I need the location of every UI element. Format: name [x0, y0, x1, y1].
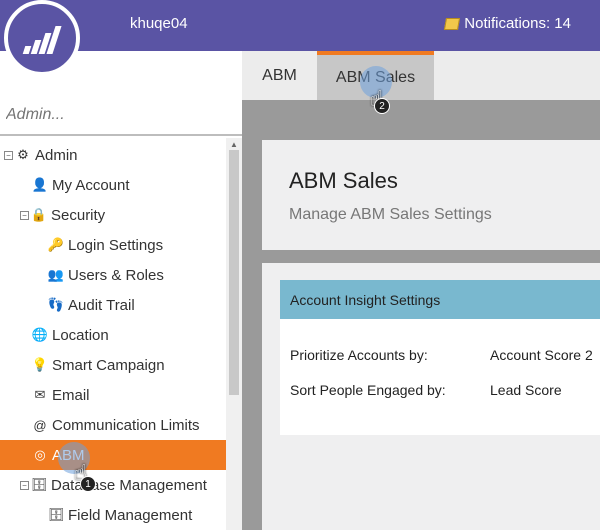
tree-item-audit-trail[interactable]: 👣 Audit Trail — [0, 290, 226, 320]
tree-label: Smart Campaign — [52, 356, 165, 374]
page-title: ABM Sales — [289, 168, 398, 193]
setting-value[interactable]: Account Score 2 — [490, 347, 593, 363]
username[interactable]: khuqe04 — [130, 15, 188, 32]
person-icon: 👤 — [31, 177, 49, 192]
account-insight-settings: Account Insight Settings Prioritize Acco… — [280, 280, 600, 435]
section-title: Account Insight Settings — [280, 280, 600, 319]
tree-item-database-management[interactable]: − 🗄 Database Management — [0, 470, 226, 500]
tree-scrollbar[interactable]: ▲ — [226, 138, 242, 530]
admin-search-input[interactable] — [6, 106, 226, 124]
notifications[interactable]: Notifications: 14 — [444, 15, 571, 32]
setting-row-prioritize: Prioritize Accounts by: Account Score 2 — [290, 347, 593, 363]
setting-row-sort: Sort People Engaged by: Lead Score — [290, 382, 562, 398]
lock-icon: 🔒 — [30, 207, 48, 222]
tree-label: Email — [52, 386, 90, 404]
admin-search — [0, 100, 242, 136]
tree-item-admin[interactable]: − ⚙ Admin — [0, 140, 226, 170]
tree-label: Users & Roles — [68, 266, 164, 284]
database-icon: 🗄 — [30, 477, 48, 492]
tree-item-location[interactable]: 🌐 Location — [0, 320, 226, 350]
tree-label: My Account — [52, 176, 130, 194]
users-icon: 👥 — [47, 267, 65, 282]
tree-label: Login Settings — [68, 236, 164, 254]
collapse-icon[interactable]: − — [20, 210, 29, 220]
email-icon: ✉ — [34, 387, 46, 402]
at-sign-icon: @ — [33, 417, 47, 433]
scroll-up-icon[interactable]: ▲ — [230, 140, 238, 149]
tree-label: Communication Limits — [52, 416, 200, 434]
globe-icon: 🌐 — [31, 327, 49, 342]
page-header: ABM Sales Manage ABM Sales Settings — [262, 140, 600, 250]
notification-icon — [444, 17, 461, 30]
collapse-icon[interactable]: − — [20, 480, 29, 490]
target-icon: ◎ — [34, 447, 46, 462]
step-badge: 2 — [374, 98, 390, 114]
key-icon: 🔑 — [47, 237, 65, 252]
scrollbar-thumb[interactable] — [229, 150, 239, 395]
tree-label: Location — [52, 326, 109, 344]
database-icon: 🗄 — [47, 507, 65, 522]
tab-bar: ABM ABM Sales — [242, 51, 600, 100]
tree-item-security[interactable]: − 🔒 Security — [0, 200, 226, 230]
tree-item-abm[interactable]: ◎ ABM — [0, 440, 226, 470]
setting-value[interactable]: Lead Score — [490, 382, 562, 398]
setting-label: Sort People Engaged by: — [290, 382, 446, 398]
setting-label: Prioritize Accounts by: — [290, 347, 428, 363]
tree-item-email[interactable]: ✉ Email — [0, 380, 226, 410]
tree-label: Audit Trail — [68, 296, 135, 314]
tree-label: Admin — [35, 146, 78, 164]
tree-label: Field Management — [68, 506, 193, 524]
step-badge: 1 — [80, 476, 96, 492]
tree-item-login-settings[interactable]: 🔑 Login Settings — [0, 230, 226, 260]
admin-tree: − ⚙ Admin 👤 My Account − 🔒 Security 🔑 Lo… — [0, 138, 226, 530]
top-bar: khuqe04 Notifications: 14 — [0, 0, 600, 51]
tree-item-my-account[interactable]: 👤 My Account — [0, 170, 226, 200]
marketo-logo[interactable] — [4, 0, 80, 76]
gear-icon: ⚙ — [17, 147, 29, 162]
footprint-icon: 👣 — [47, 297, 65, 312]
tree-label: Security — [51, 206, 106, 224]
tree-item-communication-limits[interactable]: @ Communication Limits — [0, 410, 226, 440]
tree-item-smart-campaign[interactable]: 💡 Smart Campaign — [0, 350, 226, 380]
lightbulb-icon: 💡 — [31, 357, 49, 372]
collapse-icon[interactable]: − — [4, 150, 13, 160]
tree-item-field-management[interactable]: 🗄 Field Management — [0, 500, 226, 530]
tree-item-users-roles[interactable]: 👥 Users & Roles — [0, 260, 226, 290]
page-subtitle: Manage ABM Sales Settings — [289, 206, 492, 223]
notifications-label: Notifications: 14 — [464, 15, 571, 32]
tab-abm[interactable]: ABM — [242, 51, 317, 100]
